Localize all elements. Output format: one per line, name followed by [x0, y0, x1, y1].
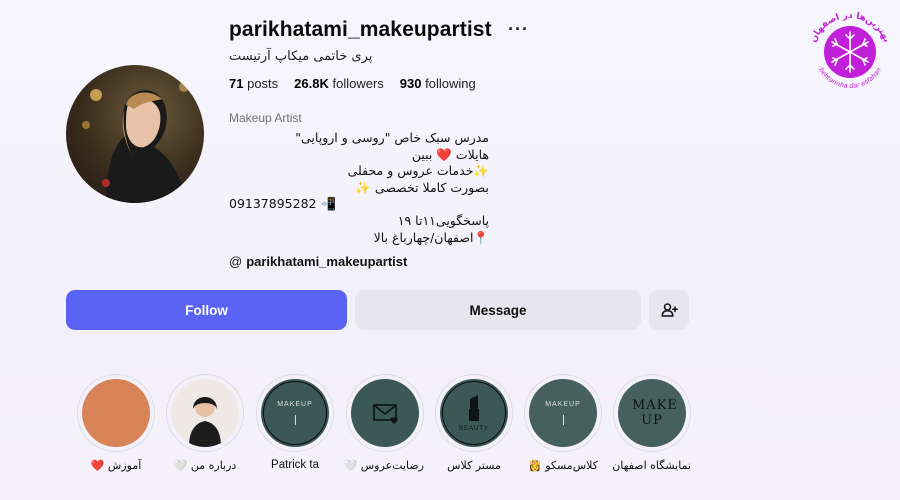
highlight-item[interactable]: MAKEUP کلاس‌مسکو 👸	[524, 374, 602, 472]
message-button[interactable]: Message	[355, 290, 641, 330]
posts-count[interactable]: 71 posts	[229, 76, 278, 91]
threads-icon: @	[229, 254, 243, 269]
lipstick-icon	[469, 395, 479, 421]
highlight-cover-text: BEAUTY	[458, 426, 489, 432]
add-user-button[interactable]	[649, 290, 689, 330]
followers-count[interactable]: 26.8K followers	[294, 76, 384, 91]
story-highlights: آموزش ❤️ درباره من 🤍 MAKEUP Patrick ta ر…	[0, 374, 900, 500]
highlight-cover	[82, 379, 150, 447]
highlight-cover	[351, 379, 419, 447]
more-options-icon[interactable]: ···	[508, 19, 529, 40]
bio-line: بصورت کاملا تخصصی ✨	[355, 179, 489, 195]
highlight-label: مستر کلاس	[447, 459, 501, 472]
bio-line: پاسخگویی۱۱تا ۱۹	[397, 212, 489, 228]
highlight-item[interactable]: MAKEUP Patrick ta	[256, 374, 334, 471]
envelope-icon	[373, 404, 398, 424]
highlight-label: کلاس‌مسکو 👸	[528, 459, 598, 472]
highlight-cover-text: MAKEUP	[277, 401, 313, 408]
highlight-cover-photo	[171, 379, 239, 447]
bio-line: 📍اصفهان/چهارباغ بالا	[373, 229, 489, 245]
highlight-label: آموزش ❤️	[90, 459, 142, 472]
highlight-label: Patrick ta	[271, 459, 319, 471]
profile-username: parikhatami_makeupartist	[229, 18, 492, 41]
highlight-label: درباره من 🤍	[173, 459, 237, 472]
bio-line: هایلات ❤️ ببین	[411, 146, 489, 162]
divider	[294, 415, 296, 425]
profile-full-name: پری خاتمی میکاپ آرتیست	[229, 49, 373, 64]
profile-bio: مدرس سبک خاص "روسی و اروپایی" هایلات ❤️ …	[229, 130, 489, 246]
highlight-item[interactable]: MAKE UP نمایشگاه اصفهان	[612, 374, 691, 472]
highlight-item[interactable]: آموزش ❤️	[77, 374, 155, 472]
highlight-item[interactable]: BEAUTY مستر کلاس	[435, 374, 513, 472]
highlight-item[interactable]: رضایت‌عروس 🤍	[343, 374, 424, 472]
watermark-logo: بهترین‌ها در اصفهان behtarinha dar esfah…	[802, 8, 898, 90]
highlight-cover: BEAUTY	[440, 379, 508, 447]
highlight-cover-text: MAKEUP	[545, 401, 581, 408]
highlight-label: نمایشگاه اصفهان	[612, 459, 691, 472]
profile-stats: 71 posts 26.8K followers 930 following	[229, 76, 476, 91]
profile-avatar[interactable]	[66, 65, 204, 203]
follow-button[interactable]: Follow	[66, 290, 347, 330]
bio-line: ✨خدمات عروس و محفلی	[347, 163, 489, 179]
bio-line: مدرس سبک خاص "روسی و اروپایی"	[295, 130, 489, 145]
highlight-cover: MAKEUP	[261, 379, 329, 447]
highlight-cover-text: MAKE UP	[632, 398, 678, 428]
profile-category: Makeup Artist	[229, 111, 302, 125]
bio-line[interactable]: 09137895282 📲	[229, 196, 489, 213]
highlight-item[interactable]: درباره من 🤍	[166, 374, 244, 472]
divider	[562, 415, 564, 425]
following-count[interactable]: 930 following	[400, 76, 476, 91]
threads-handle: parikhatami_makeupartist	[246, 254, 408, 269]
person-add-icon	[661, 303, 678, 317]
highlight-cover: MAKE UP	[618, 379, 686, 447]
threads-link[interactable]: @ parikhatami_makeupartist	[229, 254, 407, 269]
highlight-label: رضایت‌عروس 🤍	[343, 459, 424, 472]
highlight-cover: MAKEUP	[529, 379, 597, 447]
